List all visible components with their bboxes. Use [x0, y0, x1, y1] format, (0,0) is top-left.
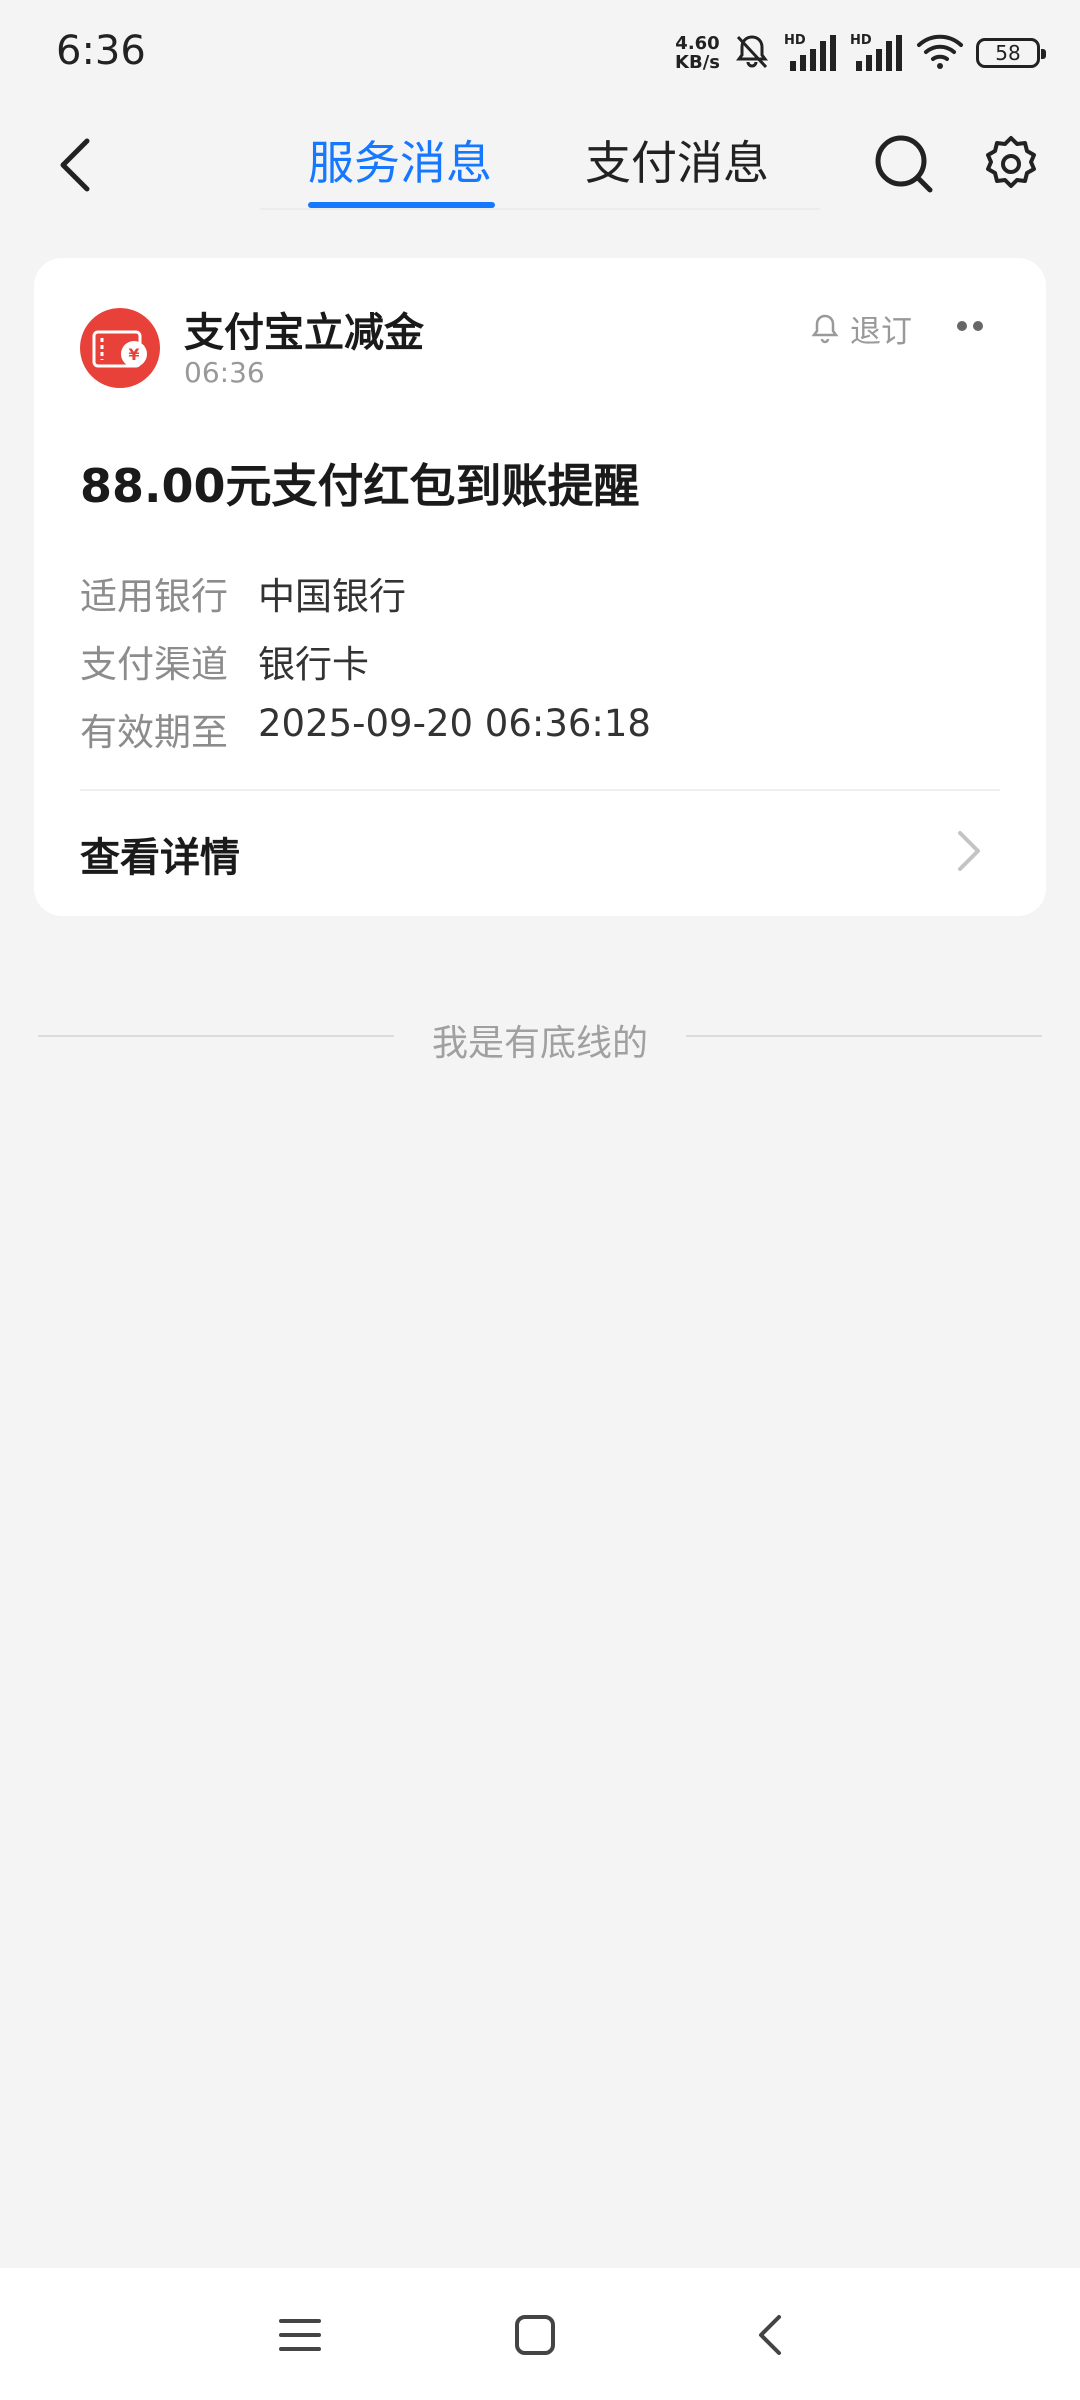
back-arrow-icon	[60, 138, 90, 192]
chevron-right-icon	[958, 831, 980, 871]
home-square-icon	[515, 2315, 555, 2355]
unsubscribe-label: 退订	[850, 314, 912, 350]
divider-line	[686, 1035, 1042, 1037]
settings-button[interactable]	[975, 128, 1047, 200]
status-time: 6:36	[56, 28, 146, 74]
home-button[interactable]	[490, 2290, 580, 2380]
tab-track	[260, 208, 820, 210]
back-button[interactable]	[40, 130, 110, 200]
menu-icon	[279, 2319, 321, 2351]
end-of-list: 我是有底线的	[38, 1010, 1042, 1064]
sender-avatar: ¥	[80, 308, 160, 388]
field-value: 2025-09-20 06:36:18	[258, 702, 651, 745]
unsubscribe-button[interactable]: 退订	[810, 306, 912, 351]
end-of-list-text: 我是有底线的	[431, 1023, 648, 1064]
red-packet-icon: ¥	[80, 308, 160, 388]
network-speed: 4.60 KB/s	[675, 33, 720, 73]
tab-payment-messages[interactable]: 支付消息	[585, 128, 769, 208]
message-title: 88.00元支付红包到账提醒	[80, 459, 640, 513]
sender-name: 支付宝立减金	[184, 310, 424, 356]
bell-icon	[811, 314, 839, 343]
search-button[interactable]	[868, 128, 940, 200]
field-row: 适用银行 中国银行	[80, 566, 406, 620]
active-tab-indicator	[308, 202, 495, 208]
recent-apps-button[interactable]	[255, 2290, 345, 2380]
wifi-icon	[916, 31, 964, 75]
message-card: ¥ 支付宝立减金 06:36 退订 88.00元支付红包到账提醒 适用银行 中国…	[34, 258, 1046, 916]
svg-text:¥: ¥	[128, 345, 139, 364]
battery-icon: 58	[976, 38, 1046, 68]
view-details-label: 查看详情	[80, 835, 240, 881]
system-nav-bar	[0, 2268, 1080, 2400]
gear-icon	[986, 136, 1036, 188]
more-button[interactable]	[942, 298, 998, 354]
signal-icon: HD	[850, 33, 904, 73]
back-chevron-icon	[759, 2315, 781, 2355]
field-key: 支付渠道	[80, 643, 228, 686]
more-dots-icon	[957, 321, 983, 331]
field-key: 有效期至	[80, 711, 228, 754]
signal-icon: HD	[784, 33, 838, 73]
status-icons: 4.60 KB/s HD HD 58	[675, 28, 1046, 78]
system-back-button[interactable]	[725, 2290, 815, 2380]
status-bar: 6:36 4.60 KB/s HD HD 58	[0, 0, 1080, 110]
mute-bell-icon	[732, 31, 772, 75]
field-row: 有效期至 2025-09-20 06:36:18	[80, 702, 651, 756]
tab-service-messages[interactable]: 服务消息	[308, 128, 492, 208]
search-icon	[875, 135, 933, 193]
field-key: 适用银行	[80, 575, 228, 618]
field-value: 银行卡	[258, 643, 369, 686]
field-row: 支付渠道 银行卡	[80, 634, 369, 688]
header: 服务消息 支付消息	[0, 110, 1080, 220]
view-details-row[interactable]: 查看详情	[34, 791, 1046, 916]
field-value: 中国银行	[258, 575, 406, 618]
message-time: 06:36	[184, 356, 265, 389]
